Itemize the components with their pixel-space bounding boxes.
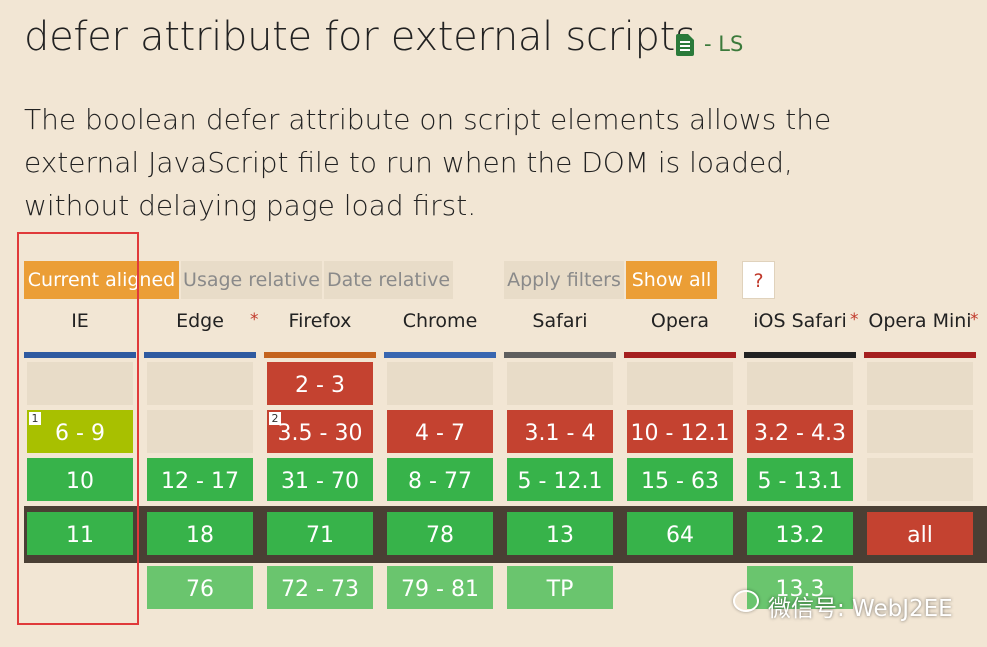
asterisk-note-icon: *	[970, 310, 979, 330]
version-label: 13.2	[775, 523, 825, 548]
highlight-box	[17, 232, 139, 625]
version-label: 79 - 81	[401, 577, 479, 602]
browser-name: Edge	[176, 310, 224, 332]
version-label: 71	[306, 523, 334, 548]
version-cell-next[interactable]: TP	[507, 566, 613, 609]
version-cell-pre2[interactable]: 10 - 12.1	[627, 410, 733, 453]
version-cell-current[interactable]: 13	[507, 512, 613, 555]
version-label: 64	[666, 523, 694, 548]
version-cell-pre1[interactable]: 15 - 63	[627, 458, 733, 501]
version-cell-current[interactable]: 71	[267, 512, 373, 555]
version-cell-current[interactable]: 13.2	[747, 512, 853, 555]
wechat-icon	[733, 590, 759, 612]
usage-relative-button[interactable]: Usage relative	[181, 261, 322, 299]
browser-underline	[864, 352, 976, 358]
version-cell-pre1[interactable]: 31 - 70	[267, 458, 373, 501]
version-label: all	[907, 523, 933, 548]
version-cell-next[interactable]: 72 - 73	[267, 566, 373, 609]
browser-underline	[144, 352, 256, 358]
version-cell-current[interactable]: 18	[147, 512, 253, 555]
version-label: 31 - 70	[281, 469, 359, 494]
watermark-text: 微信号: WebJ2EE	[768, 596, 953, 622]
version-label: 72 - 73	[281, 577, 359, 602]
browser-underline	[744, 352, 856, 358]
browser-name: iOS Safari	[753, 310, 847, 332]
browser-name: Opera Mini	[868, 310, 972, 332]
version-label: 76	[186, 577, 214, 602]
empty-version-cell	[507, 362, 613, 405]
empty-version-cell	[867, 362, 973, 405]
version-label: 10 - 12.1	[630, 421, 730, 446]
empty-version-cell	[867, 410, 973, 453]
version-label: 12 - 17	[161, 469, 239, 494]
version-label: 3.2 - 4.3	[754, 421, 846, 446]
version-cell-pre1[interactable]: 8 - 77	[387, 458, 493, 501]
apply-filters-button[interactable]: Apply filters	[504, 261, 624, 299]
version-cell-pre2[interactable]: 3.5 - 30 2	[267, 410, 373, 453]
browser-underline	[384, 352, 496, 358]
feature-description: The boolean defer attribute on script el…	[24, 103, 832, 222]
page-title: defer attribute for external scripts	[24, 14, 696, 60]
version-label: 78	[426, 523, 454, 548]
version-cell-current[interactable]: all	[867, 512, 973, 555]
asterisk-note-icon: *	[250, 310, 259, 330]
version-cell-next[interactable]: 79 - 81	[387, 566, 493, 609]
version-cell-pre1[interactable]: 5 - 12.1	[507, 458, 613, 501]
version-label: 5 - 13.1	[757, 469, 843, 494]
empty-version-cell	[387, 362, 493, 405]
version-label: 2 - 3	[295, 373, 345, 398]
browser-underline	[504, 352, 616, 358]
version-cell-current[interactable]: 78	[387, 512, 493, 555]
version-cell-pre1[interactable]: 5 - 13.1	[747, 458, 853, 501]
version-label: 3.5 - 30	[277, 421, 363, 446]
version-label: 4 - 7	[415, 421, 465, 446]
version-cell-pre2[interactable]: 3.2 - 4.3	[747, 410, 853, 453]
version-cell-next[interactable]: 76	[147, 566, 253, 609]
version-cell-pre2[interactable]: 4 - 7	[387, 410, 493, 453]
empty-version-cell	[627, 362, 733, 405]
empty-version-cell	[147, 410, 253, 453]
version-cell-current[interactable]: 64	[627, 512, 733, 555]
document-icon[interactable]	[676, 34, 694, 56]
show-all-button[interactable]: Show all	[626, 261, 717, 299]
footnote-badge[interactable]: 2	[269, 412, 281, 425]
empty-version-cell	[147, 362, 253, 405]
browser-underline	[624, 352, 736, 358]
version-label: TP	[546, 577, 574, 602]
browser-name: Chrome	[402, 310, 478, 332]
version-label: 8 - 77	[408, 469, 472, 494]
browser-name: Firefox	[288, 310, 352, 332]
empty-version-cell	[747, 362, 853, 405]
version-label: 15 - 63	[641, 469, 719, 494]
version-cell-pre1[interactable]: 12 - 17	[147, 458, 253, 501]
asterisk-note-icon: *	[850, 310, 859, 330]
help-button[interactable]: ?	[742, 261, 775, 299]
date-relative-button[interactable]: Date relative	[324, 261, 453, 299]
version-cell-pre3[interactable]: 2 - 3	[267, 362, 373, 405]
browser-name: Safari	[532, 310, 588, 332]
version-label: 18	[186, 523, 214, 548]
status-badge[interactable]: - LS	[704, 32, 743, 56]
browser-underline	[264, 352, 376, 358]
version-label: 13	[546, 523, 574, 548]
empty-version-cell	[867, 458, 973, 501]
version-label: 5 - 12.1	[517, 469, 603, 494]
version-cell-pre2[interactable]: 3.1 - 4	[507, 410, 613, 453]
version-label: 3.1 - 4	[524, 421, 596, 446]
browser-name: Opera	[650, 310, 710, 332]
